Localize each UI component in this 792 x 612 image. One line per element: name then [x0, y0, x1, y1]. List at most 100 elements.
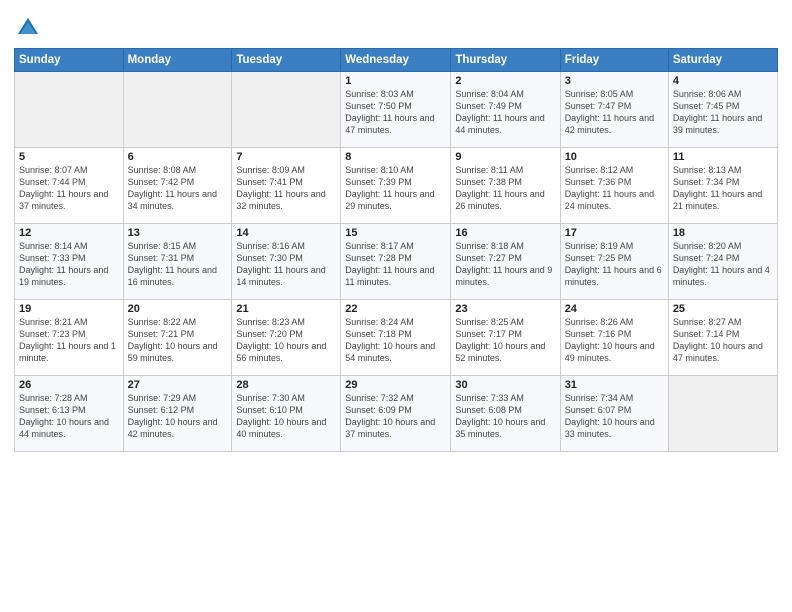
calendar-cell	[15, 72, 124, 148]
calendar-cell: 6Sunrise: 8:08 AM Sunset: 7:42 PM Daylig…	[123, 148, 232, 224]
day-number: 21	[236, 303, 336, 315]
day-number: 20	[128, 303, 228, 315]
day-number: 13	[128, 227, 228, 239]
day-info: Sunrise: 7:30 AM Sunset: 6:10 PM Dayligh…	[236, 392, 336, 441]
day-number: 14	[236, 227, 336, 239]
calendar-cell: 8Sunrise: 8:10 AM Sunset: 7:39 PM Daylig…	[341, 148, 451, 224]
day-number: 25	[673, 303, 773, 315]
calendar-cell: 10Sunrise: 8:12 AM Sunset: 7:36 PM Dayli…	[560, 148, 668, 224]
calendar-cell: 29Sunrise: 7:32 AM Sunset: 6:09 PM Dayli…	[341, 376, 451, 452]
day-info: Sunrise: 8:26 AM Sunset: 7:16 PM Dayligh…	[565, 316, 664, 365]
calendar-cell: 21Sunrise: 8:23 AM Sunset: 7:20 PM Dayli…	[232, 300, 341, 376]
calendar-cell: 20Sunrise: 8:22 AM Sunset: 7:21 PM Dayli…	[123, 300, 232, 376]
day-number: 5	[19, 151, 119, 163]
day-header-wednesday: Wednesday	[341, 49, 451, 72]
calendar-cell: 31Sunrise: 7:34 AM Sunset: 6:07 PM Dayli…	[560, 376, 668, 452]
day-number: 23	[455, 303, 555, 315]
day-number: 6	[128, 151, 228, 163]
calendar-cell: 1Sunrise: 8:03 AM Sunset: 7:50 PM Daylig…	[341, 72, 451, 148]
calendar-cell: 5Sunrise: 8:07 AM Sunset: 7:44 PM Daylig…	[15, 148, 124, 224]
day-number: 7	[236, 151, 336, 163]
calendar-cell: 9Sunrise: 8:11 AM Sunset: 7:38 PM Daylig…	[451, 148, 560, 224]
logo	[14, 14, 46, 42]
day-number: 8	[345, 151, 446, 163]
calendar-cell: 2Sunrise: 8:04 AM Sunset: 7:49 PM Daylig…	[451, 72, 560, 148]
calendar-cell: 14Sunrise: 8:16 AM Sunset: 7:30 PM Dayli…	[232, 224, 341, 300]
day-info: Sunrise: 8:15 AM Sunset: 7:31 PM Dayligh…	[128, 240, 228, 289]
day-number: 26	[19, 379, 119, 391]
day-header-saturday: Saturday	[668, 49, 777, 72]
day-info: Sunrise: 8:11 AM Sunset: 7:38 PM Dayligh…	[455, 164, 555, 213]
day-info: Sunrise: 8:18 AM Sunset: 7:27 PM Dayligh…	[455, 240, 555, 289]
day-info: Sunrise: 7:29 AM Sunset: 6:12 PM Dayligh…	[128, 392, 228, 441]
day-number: 9	[455, 151, 555, 163]
calendar-cell: 23Sunrise: 8:25 AM Sunset: 7:17 PM Dayli…	[451, 300, 560, 376]
calendar-cell	[668, 376, 777, 452]
page: SundayMondayTuesdayWednesdayThursdayFrid…	[0, 0, 792, 612]
day-number: 1	[345, 75, 446, 87]
calendar-cell	[232, 72, 341, 148]
day-header-friday: Friday	[560, 49, 668, 72]
calendar-week-3: 12Sunrise: 8:14 AM Sunset: 7:33 PM Dayli…	[15, 224, 778, 300]
calendar-cell: 25Sunrise: 8:27 AM Sunset: 7:14 PM Dayli…	[668, 300, 777, 376]
day-number: 17	[565, 227, 664, 239]
calendar-cell: 3Sunrise: 8:05 AM Sunset: 7:47 PM Daylig…	[560, 72, 668, 148]
day-number: 12	[19, 227, 119, 239]
day-info: Sunrise: 8:23 AM Sunset: 7:20 PM Dayligh…	[236, 316, 336, 365]
calendar-week-2: 5Sunrise: 8:07 AM Sunset: 7:44 PM Daylig…	[15, 148, 778, 224]
day-info: Sunrise: 8:07 AM Sunset: 7:44 PM Dayligh…	[19, 164, 119, 213]
calendar-cell: 12Sunrise: 8:14 AM Sunset: 7:33 PM Dayli…	[15, 224, 124, 300]
calendar-cell: 13Sunrise: 8:15 AM Sunset: 7:31 PM Dayli…	[123, 224, 232, 300]
day-info: Sunrise: 8:14 AM Sunset: 7:33 PM Dayligh…	[19, 240, 119, 289]
day-info: Sunrise: 7:33 AM Sunset: 6:08 PM Dayligh…	[455, 392, 555, 441]
day-info: Sunrise: 8:08 AM Sunset: 7:42 PM Dayligh…	[128, 164, 228, 213]
day-number: 4	[673, 75, 773, 87]
calendar-cell: 24Sunrise: 8:26 AM Sunset: 7:16 PM Dayli…	[560, 300, 668, 376]
day-info: Sunrise: 8:16 AM Sunset: 7:30 PM Dayligh…	[236, 240, 336, 289]
day-info: Sunrise: 8:25 AM Sunset: 7:17 PM Dayligh…	[455, 316, 555, 365]
day-info: Sunrise: 7:32 AM Sunset: 6:09 PM Dayligh…	[345, 392, 446, 441]
day-info: Sunrise: 8:09 AM Sunset: 7:41 PM Dayligh…	[236, 164, 336, 213]
calendar-cell: 7Sunrise: 8:09 AM Sunset: 7:41 PM Daylig…	[232, 148, 341, 224]
day-info: Sunrise: 8:27 AM Sunset: 7:14 PM Dayligh…	[673, 316, 773, 365]
calendar-cell: 19Sunrise: 8:21 AM Sunset: 7:23 PM Dayli…	[15, 300, 124, 376]
day-number: 10	[565, 151, 664, 163]
header	[14, 10, 778, 42]
day-number: 3	[565, 75, 664, 87]
calendar-cell: 28Sunrise: 7:30 AM Sunset: 6:10 PM Dayli…	[232, 376, 341, 452]
calendar-cell	[123, 72, 232, 148]
day-number: 19	[19, 303, 119, 315]
calendar-cell: 27Sunrise: 7:29 AM Sunset: 6:12 PM Dayli…	[123, 376, 232, 452]
calendar-cell: 17Sunrise: 8:19 AM Sunset: 7:25 PM Dayli…	[560, 224, 668, 300]
day-info: Sunrise: 8:24 AM Sunset: 7:18 PM Dayligh…	[345, 316, 446, 365]
calendar-cell: 30Sunrise: 7:33 AM Sunset: 6:08 PM Dayli…	[451, 376, 560, 452]
day-info: Sunrise: 8:06 AM Sunset: 7:45 PM Dayligh…	[673, 88, 773, 137]
day-info: Sunrise: 7:28 AM Sunset: 6:13 PM Dayligh…	[19, 392, 119, 441]
calendar-cell: 26Sunrise: 7:28 AM Sunset: 6:13 PM Dayli…	[15, 376, 124, 452]
calendar-cell: 15Sunrise: 8:17 AM Sunset: 7:28 PM Dayli…	[341, 224, 451, 300]
calendar-cell: 11Sunrise: 8:13 AM Sunset: 7:34 PM Dayli…	[668, 148, 777, 224]
day-number: 30	[455, 379, 555, 391]
day-info: Sunrise: 8:05 AM Sunset: 7:47 PM Dayligh…	[565, 88, 664, 137]
day-number: 11	[673, 151, 773, 163]
day-info: Sunrise: 8:04 AM Sunset: 7:49 PM Dayligh…	[455, 88, 555, 137]
day-info: Sunrise: 8:19 AM Sunset: 7:25 PM Dayligh…	[565, 240, 664, 289]
day-number: 2	[455, 75, 555, 87]
day-number: 28	[236, 379, 336, 391]
day-info: Sunrise: 8:17 AM Sunset: 7:28 PM Dayligh…	[345, 240, 446, 289]
calendar-week-1: 1Sunrise: 8:03 AM Sunset: 7:50 PM Daylig…	[15, 72, 778, 148]
calendar-cell: 4Sunrise: 8:06 AM Sunset: 7:45 PM Daylig…	[668, 72, 777, 148]
day-header-monday: Monday	[123, 49, 232, 72]
day-number: 22	[345, 303, 446, 315]
day-header-sunday: Sunday	[15, 49, 124, 72]
day-number: 29	[345, 379, 446, 391]
day-info: Sunrise: 8:21 AM Sunset: 7:23 PM Dayligh…	[19, 316, 119, 365]
day-number: 27	[128, 379, 228, 391]
day-info: Sunrise: 8:03 AM Sunset: 7:50 PM Dayligh…	[345, 88, 446, 137]
day-info: Sunrise: 8:12 AM Sunset: 7:36 PM Dayligh…	[565, 164, 664, 213]
day-number: 24	[565, 303, 664, 315]
day-info: Sunrise: 8:22 AM Sunset: 7:21 PM Dayligh…	[128, 316, 228, 365]
calendar-header-row: SundayMondayTuesdayWednesdayThursdayFrid…	[15, 49, 778, 72]
calendar-cell: 16Sunrise: 8:18 AM Sunset: 7:27 PM Dayli…	[451, 224, 560, 300]
calendar-week-5: 26Sunrise: 7:28 AM Sunset: 6:13 PM Dayli…	[15, 376, 778, 452]
